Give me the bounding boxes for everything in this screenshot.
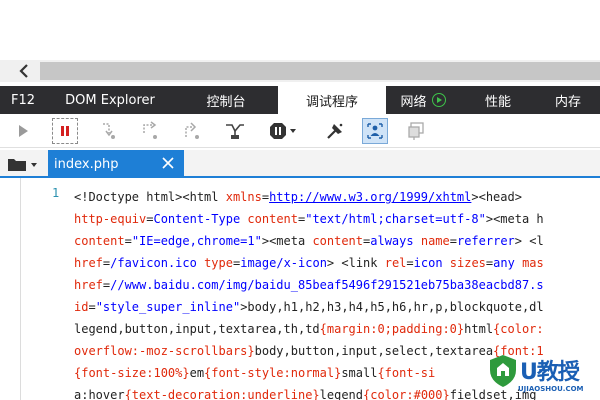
continue-icon[interactable] bbox=[10, 118, 36, 144]
code-token: name bbox=[420, 234, 450, 248]
code-token: http://www.w3.org/1999/xhtml bbox=[269, 190, 472, 204]
file-tab-strip: index.php bbox=[0, 150, 600, 178]
file-tab-index-php[interactable]: index.php bbox=[48, 150, 184, 178]
line-number: 1 bbox=[52, 186, 60, 200]
watermark-logo: U教授 UJIAOSHOU.COM bbox=[488, 352, 600, 400]
code-token: {font-si bbox=[377, 366, 436, 380]
step-into-icon[interactable] bbox=[96, 118, 122, 144]
code-line: content="IE=edge,chrome=1"><meta content… bbox=[74, 230, 600, 252]
window-top-area bbox=[0, 0, 600, 60]
code-token: body,h1,h2,h3,h4,h5,h6,hr,p,blockquote,d… bbox=[247, 300, 544, 314]
code-token: content bbox=[312, 234, 364, 248]
tab-console[interactable]: 控制台 bbox=[174, 86, 278, 114]
code-token: {color:#000} bbox=[363, 388, 450, 400]
debugger-toolbar bbox=[0, 114, 600, 148]
code-token: {font-style:normal} bbox=[204, 366, 342, 380]
code-token: {margin:0;padding:0} bbox=[319, 322, 465, 336]
open-document-button[interactable] bbox=[6, 154, 42, 174]
code-line: <!Doctype html><html xmlns=http://www.w3… bbox=[74, 186, 600, 208]
code-token: id bbox=[74, 300, 89, 314]
code-token: icon bbox=[413, 256, 443, 270]
code-token: http-equiv bbox=[74, 212, 147, 226]
tab-network[interactable]: 网络 bbox=[386, 86, 460, 114]
just-my-code-icon[interactable] bbox=[362, 118, 388, 144]
scroll-track[interactable] bbox=[40, 62, 600, 80]
step-over-icon[interactable] bbox=[138, 118, 164, 144]
watermark-url: UJIAOSHOU.COM bbox=[518, 385, 584, 393]
break-on-new-worker-icon[interactable] bbox=[222, 118, 248, 144]
watermark-logo-text: U教授 bbox=[520, 360, 580, 385]
code-token: legend,button,input,textarea,th,td bbox=[74, 322, 320, 336]
code-token: {text-decoration:underline} bbox=[124, 388, 320, 400]
code-token: any bbox=[493, 256, 515, 270]
code-token: sizes bbox=[449, 256, 486, 270]
code-line: href=/favicon.ico type=image/x-icon> <li… bbox=[74, 252, 600, 274]
code-token: type bbox=[204, 256, 233, 270]
code-token: = bbox=[124, 234, 132, 248]
code-token: = bbox=[449, 234, 457, 248]
tab-f12[interactable]: F12 bbox=[0, 86, 46, 114]
code-token: {font-size:100%} bbox=[74, 366, 190, 380]
scroll-left-icon[interactable] bbox=[16, 62, 32, 80]
code-token: "IE=edge,chrome=1" bbox=[131, 234, 262, 248]
code-token: ><head> bbox=[471, 190, 522, 204]
code-token: ><meta h bbox=[485, 212, 544, 226]
code-token: em bbox=[189, 366, 205, 380]
code-token: body,button,input,select,textarea bbox=[254, 344, 494, 358]
play-circle-icon bbox=[431, 93, 446, 107]
tab-performance[interactable]: 性能 bbox=[460, 86, 536, 114]
code-token: = bbox=[88, 300, 96, 314]
code-token: content bbox=[74, 234, 125, 248]
code-token: small bbox=[341, 366, 378, 380]
code-line: id="style_super_inline">body,h1,h2,h3,h4… bbox=[74, 296, 600, 318]
code-token: = bbox=[406, 256, 414, 270]
file-tab-label: index.php bbox=[54, 156, 119, 172]
step-out-icon[interactable] bbox=[180, 118, 206, 144]
code-line: http-equiv=Content-Type content="text/ht… bbox=[74, 208, 600, 230]
code-token: always bbox=[370, 234, 414, 248]
horizontal-scrollbar[interactable] bbox=[0, 60, 600, 82]
code-token: href bbox=[74, 278, 103, 292]
close-icon[interactable] bbox=[160, 155, 176, 171]
code-token: href bbox=[74, 256, 103, 270]
code-token: content bbox=[247, 212, 298, 226]
shield-icon bbox=[490, 355, 516, 387]
code-token: "text/html;charset=utf-8" bbox=[305, 212, 486, 226]
code-token: <!Doctype html><html bbox=[74, 190, 226, 204]
code-token: ><meta bbox=[261, 234, 313, 248]
devtools-tab-bar: F12 DOM Explorer 控制台 调试程序 网络 性能 内存 bbox=[0, 86, 600, 114]
editor-margin-line bbox=[20, 178, 21, 400]
tab-dom-explorer[interactable]: DOM Explorer bbox=[46, 86, 174, 114]
code-token: > <l bbox=[514, 234, 544, 248]
pause-icon[interactable] bbox=[52, 118, 78, 144]
tab-debugger[interactable]: 调试程序 bbox=[278, 86, 386, 114]
code-token: a:hover bbox=[74, 388, 125, 400]
code-token: mas bbox=[522, 256, 544, 270]
code-token: rel bbox=[384, 256, 407, 270]
code-token: {color: bbox=[493, 322, 544, 336]
code-token: /favicon.ico bbox=[110, 256, 197, 270]
tab-memory[interactable]: 内存 bbox=[536, 86, 600, 114]
code-token: referrer bbox=[456, 234, 515, 248]
code-token: xmlns bbox=[225, 190, 262, 204]
source-maps-icon[interactable] bbox=[404, 118, 430, 144]
code-token: //www.baidu.com/img/baidu_85beaf5496f291… bbox=[110, 278, 544, 292]
code-token: legend bbox=[319, 388, 364, 400]
code-token: > <link bbox=[326, 256, 385, 270]
code-token: html bbox=[464, 322, 494, 336]
pretty-print-icon[interactable] bbox=[322, 118, 348, 144]
code-token: image/x-icon bbox=[240, 256, 327, 270]
code-token: "style_super_inline" bbox=[95, 300, 241, 314]
exceptions-icon[interactable] bbox=[266, 118, 300, 144]
code-line: href=//www.baidu.com/img/baidu_85beaf549… bbox=[74, 274, 600, 296]
code-token: overflow:-moz-scrollbars} bbox=[74, 344, 255, 358]
code-token: = bbox=[261, 190, 270, 204]
code-line: legend,button,input,textarea,th,td{margi… bbox=[74, 318, 600, 340]
code-token: Content-Type bbox=[153, 212, 241, 226]
